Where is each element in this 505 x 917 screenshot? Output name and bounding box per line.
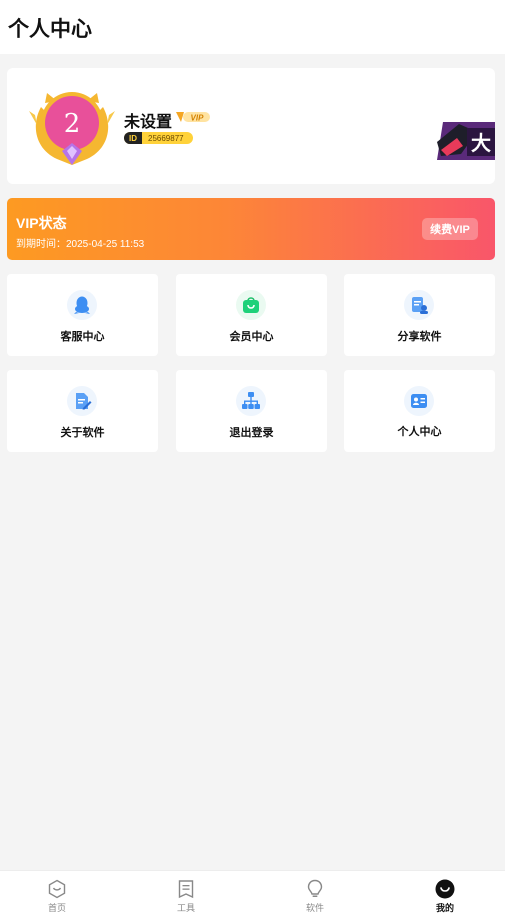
home-hexagon-icon [48, 879, 66, 899]
tile-about-app[interactable]: 关于软件 [7, 370, 158, 452]
tile-label: 客服中心 [60, 331, 105, 343]
tile-label: 会员中心 [229, 331, 274, 343]
tile-personal-center[interactable]: 个人中心 [344, 370, 495, 452]
tile-label: 退出登录 [229, 427, 274, 439]
renew-vip-button[interactable]: 续费VIP [422, 218, 478, 240]
page-title: 个人中心 [8, 18, 92, 41]
nav-label: 软件 [305, 903, 324, 913]
qq-icon [67, 290, 97, 320]
tile-member-center[interactable]: 会员中心 [176, 274, 327, 356]
bottom-nav: 首页 工具 软件 我的 [0, 870, 505, 917]
header: 个人中心 [0, 0, 505, 54]
nav-item-tools[interactable]: 工具 [123, 871, 249, 917]
nav-label: 首页 [47, 903, 66, 913]
vip-tag: VIP [176, 112, 210, 123]
nav-item-software[interactable]: 软件 [252, 871, 378, 917]
username: 未设置 [124, 114, 173, 131]
vip-tag-label: VIP [191, 114, 205, 123]
id-label: ID [124, 132, 142, 144]
document-edit-icon [67, 386, 97, 416]
tool-book-icon [178, 880, 194, 899]
tile-label: 关于软件 [60, 427, 105, 439]
vip-status-title: VIP状态 [16, 215, 67, 231]
tile-label: 分享软件 [397, 331, 442, 343]
share-icon [404, 290, 434, 320]
tile-customer-service[interactable]: 客服中心 [7, 274, 158, 356]
shopping-bag-icon [236, 290, 266, 320]
id-value: 25669877 [148, 133, 184, 143]
contact-card-icon [404, 386, 434, 416]
nav-label: 工具 [176, 903, 195, 913]
tile-label: 个人中心 [397, 426, 442, 438]
smile-profile-icon [435, 879, 455, 899]
nav-label: 我的 [435, 903, 454, 913]
level-medal-icon: 2 [29, 92, 115, 165]
banner-thumbnail[interactable]: 大 [437, 122, 495, 160]
network-icon [236, 386, 266, 416]
vip-expire-text: 到期时间：2025-04-25 11:53 [16, 239, 145, 250]
nav-item-mine[interactable]: 我的 [382, 871, 505, 917]
level-number: 2 [64, 109, 81, 139]
tile-logout[interactable]: 退出登录 [176, 370, 327, 452]
vip-status-bar: VIP状态 到期时间：2025-04-25 11:53 续费VIP [7, 198, 495, 260]
user-id-pill: ID 25669877 [124, 132, 193, 144]
nav-item-home[interactable]: 首页 [0, 871, 120, 917]
tile-share-app[interactable]: 分享软件 [344, 274, 495, 356]
profile-card[interactable]: 2 未设置 VIP ID 25669877 大 [7, 68, 495, 184]
banner-text: 大 [471, 131, 491, 155]
lightbulb-icon [307, 879, 323, 897]
